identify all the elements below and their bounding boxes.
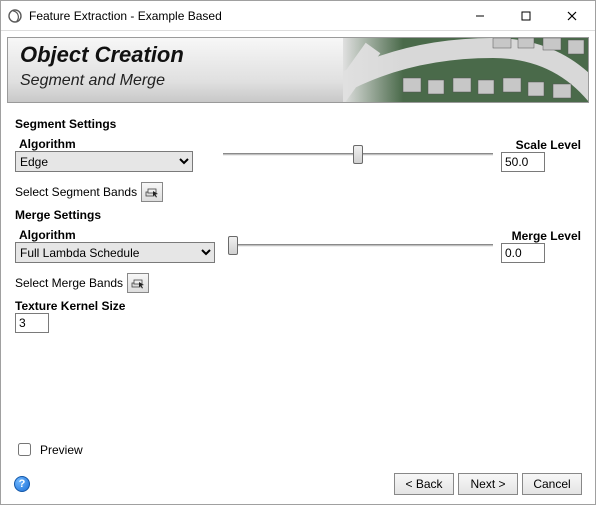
scale-level-slider[interactable]	[223, 144, 493, 165]
merge-level-input[interactable]	[501, 243, 545, 263]
select-segment-bands-label: Select Segment Bands	[15, 185, 137, 199]
texture-kernel-size-input[interactable]	[15, 313, 49, 333]
segment-algorithm-select[interactable]: Edge	[15, 151, 193, 172]
banner-illustration	[343, 38, 588, 103]
merge-level-slider[interactable]	[233, 235, 493, 256]
titlebar: Feature Extraction - Example Based	[1, 1, 595, 31]
cancel-button[interactable]: Cancel	[522, 473, 582, 495]
help-button[interactable]: ?	[14, 476, 30, 492]
content-area: Segment Settings Algorithm Edge Scale Le…	[1, 103, 595, 333]
scale-level-input[interactable]	[501, 152, 545, 172]
merge-level-label: Merge Level	[501, 229, 581, 243]
merge-algorithm-label: Algorithm	[15, 228, 225, 242]
maximize-button[interactable]	[503, 1, 549, 31]
minimize-button[interactable]	[457, 1, 503, 31]
select-merge-bands-label: Select Merge Bands	[15, 276, 123, 290]
footer: Preview ? < Back Next > Cancel	[0, 440, 596, 505]
preview-checkbox[interactable]	[18, 443, 31, 456]
close-button[interactable]	[549, 1, 595, 31]
banner: Object Creation Segment and Merge	[7, 37, 589, 103]
segment-algorithm-label: Algorithm	[15, 137, 215, 151]
layers-cursor-icon	[131, 277, 145, 289]
merge-settings-title: Merge Settings	[15, 208, 581, 222]
app-icon	[7, 8, 23, 24]
preview-label: Preview	[40, 443, 83, 457]
window-title: Feature Extraction - Example Based	[29, 9, 222, 23]
texture-kernel-size-label: Texture Kernel Size	[15, 299, 581, 313]
merge-algorithm-select[interactable]: Full Lambda Schedule	[15, 242, 215, 263]
merge-level-thumb[interactable]	[228, 236, 238, 255]
back-button[interactable]: < Back	[394, 473, 454, 495]
next-button[interactable]: Next >	[458, 473, 518, 495]
select-merge-bands-button[interactable]	[127, 273, 149, 293]
scale-level-label: Scale Level	[501, 138, 581, 152]
segment-settings-title: Segment Settings	[15, 117, 581, 131]
scale-level-thumb[interactable]	[353, 145, 363, 164]
banner-subtitle: Segment and Merge	[20, 72, 165, 90]
help-icon: ?	[19, 478, 26, 490]
select-segment-bands-button[interactable]	[141, 182, 163, 202]
layers-cursor-icon	[145, 186, 159, 198]
banner-title: Object Creation	[20, 42, 184, 68]
